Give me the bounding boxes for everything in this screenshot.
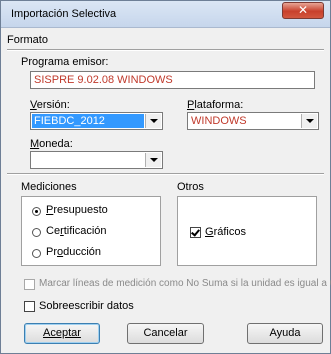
- cancelar-button[interactable]: Cancelar: [127, 323, 204, 344]
- plataforma-label-rest: lataforma:: [194, 99, 244, 111]
- close-button[interactable]: ✕: [282, 2, 324, 19]
- mediciones-group: Presupuesto Certificación Producción: [21, 196, 161, 266]
- chevron-down-icon[interactable]: [145, 153, 161, 167]
- moneda-select[interactable]: [30, 151, 163, 169]
- ayuda-button[interactable]: Ayuda: [247, 323, 323, 344]
- radio-produccion[interactable]: [32, 249, 41, 258]
- certificacion-label[interactable]: Certificación: [46, 225, 107, 237]
- graficos-label[interactable]: Gráficos: [205, 226, 246, 238]
- moneda-label: Moneda:: [30, 138, 73, 150]
- title-bar[interactable]: Importación Selectiva ✕: [1, 1, 330, 28]
- window-title: Importación Selectiva: [11, 8, 117, 20]
- programa-emisor-field[interactable]: SISPRE 9.02.08 WINDOWS: [30, 71, 315, 89]
- mediciones-section-label: Mediciones: [21, 181, 77, 193]
- formato-bottom-divider: [7, 173, 324, 175]
- import-dialog: Importación Selectiva ✕ Formato Programa…: [0, 0, 331, 354]
- aceptar-button[interactable]: Aceptar: [24, 323, 100, 344]
- moneda-label-rest: oneda:: [39, 138, 73, 150]
- sobreescribir-label[interactable]: Sobreescribir datos: [39, 300, 134, 312]
- produccion-label[interactable]: Producción: [46, 246, 101, 258]
- chevron-down-icon[interactable]: [301, 114, 317, 128]
- cancelar-label: Cancelar: [143, 327, 188, 339]
- graficos-checkbox[interactable]: [190, 227, 201, 238]
- aceptar-label: Aceptar: [43, 327, 81, 339]
- version-label: Versión:: [30, 99, 70, 111]
- formato-section-label: Formato: [7, 34, 48, 46]
- otros-group: Gráficos: [177, 196, 317, 266]
- otros-section-label: Otros: [177, 181, 204, 193]
- version-value: FIEBDC_2012: [32, 114, 144, 128]
- programa-label: Programa emisor:: [21, 56, 109, 68]
- plataforma-value: WINDOWS: [191, 115, 247, 127]
- chevron-down-icon[interactable]: [145, 114, 161, 128]
- moneda-value: [32, 153, 34, 167]
- sobreescribir-checkbox[interactable]: [24, 301, 35, 312]
- radio-certificacion[interactable]: [32, 228, 41, 237]
- plataforma-label: Plataforma:: [187, 99, 244, 111]
- marcar-no-suma-checkbox[interactable]: [24, 279, 35, 290]
- version-label-rest: ersión:: [36, 99, 70, 111]
- presupuesto-label[interactable]: Presupuesto: [46, 204, 108, 216]
- radio-presupuesto[interactable]: [32, 207, 41, 216]
- close-icon: ✕: [297, 3, 309, 17]
- version-select[interactable]: FIEBDC_2012: [30, 112, 163, 130]
- marcar-no-suma-label: Marcar líneas de medición como No Suma s…: [39, 278, 331, 289]
- plataforma-select[interactable]: WINDOWS: [187, 112, 319, 130]
- ayuda-label: Ayuda: [269, 327, 301, 339]
- formato-divider: [7, 49, 324, 51]
